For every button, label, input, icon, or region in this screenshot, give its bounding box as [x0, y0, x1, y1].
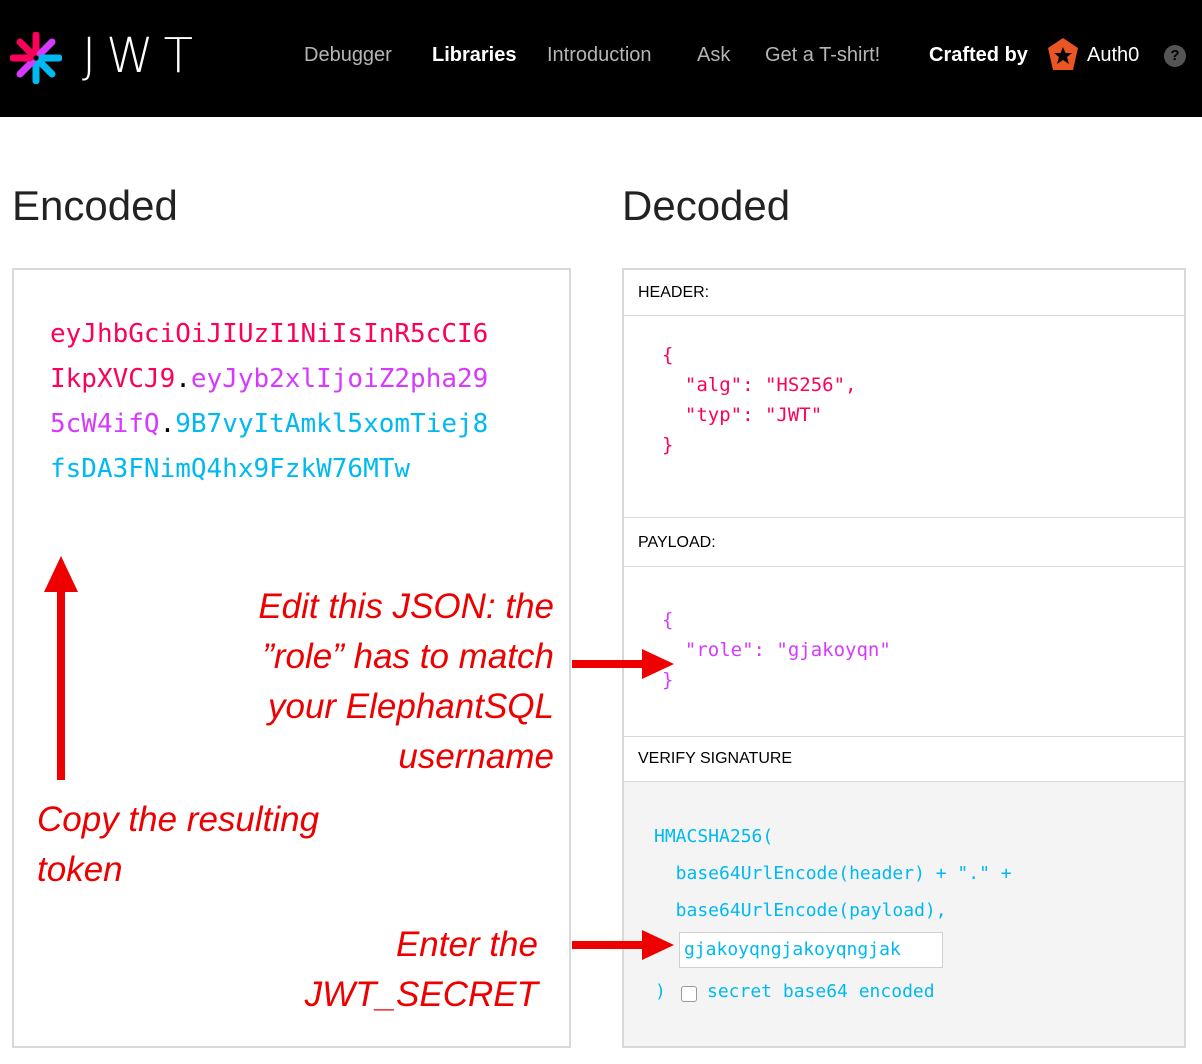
- token-dot: .: [159, 409, 176, 439]
- secret-base64-checkbox[interactable]: [681, 986, 697, 1002]
- annotation-edit-json: Edit this JSON: the ”role” has to match …: [258, 587, 554, 776]
- close-paren: ): [655, 981, 666, 1002]
- annotation-enter-secret: Enter the JWT_SECRET: [304, 925, 538, 1014]
- secret-base64-label: secret base64 encoded: [707, 981, 935, 1002]
- auth0-logo-icon[interactable]: [1044, 36, 1082, 74]
- divider: [624, 566, 1184, 567]
- divider: [624, 315, 1184, 316]
- encoded-title: Encoded: [12, 182, 178, 229]
- encoded-token-editor[interactable]: eyJhbGciOiJIUzI1NiIsInR5cCI6IkpXVCJ9.eyJ…: [50, 312, 500, 492]
- payload-json-editor[interactable]: { "role": "gjakoyqn" }: [662, 605, 891, 695]
- nav-debugger[interactable]: Debugger: [304, 42, 392, 68]
- logo-text[interactable]: JWT: [82, 26, 203, 86]
- auth0-brand-link[interactable]: Auth0: [1087, 42, 1139, 68]
- arrow-right-shaft: [572, 660, 646, 668]
- verify-signature-code: HMACSHA256( base64UrlEncode(header) + ".…: [654, 826, 1012, 921]
- help-icon[interactable]: ?: [1164, 45, 1186, 67]
- divider: [624, 736, 1184, 737]
- nav-get-tshirt[interactable]: Get a T-shirt!: [765, 42, 880, 68]
- header-section-label: HEADER:: [638, 284, 710, 301]
- arrow-right-shaft: [572, 941, 646, 949]
- payload-section-label: PAYLOAD:: [638, 534, 716, 551]
- top-navbar: JWT Debugger Libraries Introduction Ask …: [0, 0, 1202, 117]
- arrow-up-icon: [44, 556, 78, 592]
- token-dot: .: [175, 364, 191, 394]
- divider: [624, 517, 1184, 518]
- crafted-by-label: Crafted by: [929, 44, 1028, 66]
- jwt-logo-icon[interactable]: [10, 32, 62, 84]
- decoded-title: Decoded: [622, 182, 791, 229]
- arrow-right-icon: [642, 649, 674, 679]
- nav-introduction[interactable]: Introduction: [547, 42, 652, 68]
- header-json-editor[interactable]: { "alg": "HS256", "typ": "JWT" }: [662, 340, 856, 460]
- jwt-secret-input[interactable]: gjakoyqngjakoyqngjak: [679, 932, 943, 968]
- annotation-copy-token: Copy the resulting token: [37, 800, 320, 889]
- verify-signature-label: VERIFY SIGNATURE: [638, 750, 793, 767]
- arrow-right-icon: [642, 930, 674, 960]
- nav-libraries[interactable]: Libraries: [432, 42, 516, 68]
- nav-ask[interactable]: Ask: [697, 42, 730, 68]
- arrow-up-shaft: [57, 590, 65, 780]
